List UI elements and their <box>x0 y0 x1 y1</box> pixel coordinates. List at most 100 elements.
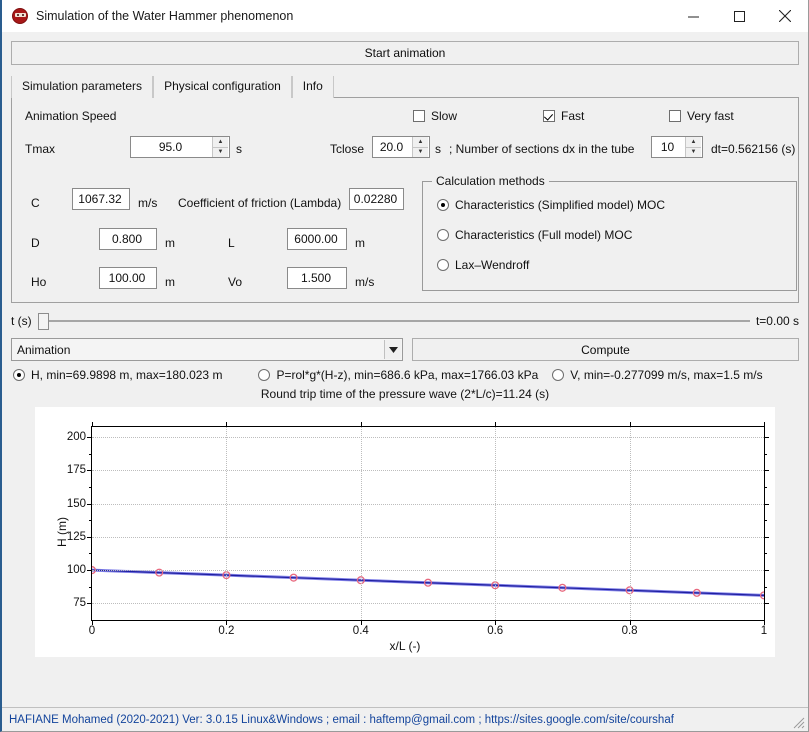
chart-x-axis-label: x/L (-) <box>35 639 775 653</box>
calculation-methods-group: Calculation methods Characteristics (Sim… <box>422 181 797 291</box>
time-slider-row: t (s) t=0.00 s <box>11 310 799 332</box>
chart-gridline-h <box>92 504 764 505</box>
radio-moc-full[interactable]: Characteristics (Full model) MOC <box>437 228 632 242</box>
resize-grip-icon[interactable] <box>793 717 805 729</box>
tmax-stepper[interactable]: ▲▼ <box>212 137 228 157</box>
chart-gridline-h <box>92 470 764 471</box>
checkbox-slow-label: Slow <box>431 109 457 123</box>
checkbox-fast-box[interactable] <box>543 110 555 122</box>
tmax-input[interactable]: 95.0 ▲▼ <box>130 136 230 158</box>
chart-ytick-minor <box>89 487 92 488</box>
chart-xtick-top <box>495 422 496 427</box>
lambda-value: 0.02280 <box>350 192 403 206</box>
lambda-input[interactable]: 0.02280 <box>349 188 404 210</box>
chart-ytick-minor <box>89 454 92 455</box>
checkbox-very-fast-box[interactable] <box>669 110 681 122</box>
tab-bar: Simulation parameters Physical configura… <box>11 76 799 98</box>
d-label: D <box>31 236 40 250</box>
chart-gridline-v <box>495 427 496 620</box>
radio-moc-simplified-dot[interactable] <box>437 199 449 211</box>
chart-gridline-h <box>92 603 764 604</box>
chart-xtick-top <box>630 422 631 427</box>
chart-ytick-minor <box>764 587 767 588</box>
tclose-stepper[interactable]: ▲▼ <box>412 137 428 157</box>
radio-moc-full-dot[interactable] <box>437 229 449 241</box>
status-bar-text: HAFIANE Mohamed (2020-2021) Ver: 3.0.15 … <box>9 714 674 726</box>
sections-label: ; Number of sections dx in the tube <box>449 142 634 156</box>
checkbox-fast[interactable]: Fast <box>543 109 584 123</box>
chart-xtick-label: 0.2 <box>218 625 234 637</box>
c-unit: m/s <box>138 196 157 210</box>
tab-simulation-parameters[interactable]: Simulation parameters <box>11 76 153 98</box>
chart-ytick-right <box>764 603 769 604</box>
radio-result-p-dot[interactable] <box>258 369 270 381</box>
ho-input[interactable]: 100.00 <box>99 267 157 289</box>
vo-value: 1.500 <box>288 271 346 285</box>
close-icon[interactable] <box>762 0 808 32</box>
sections-stepper[interactable]: ▲▼ <box>685 137 701 157</box>
c-input[interactable]: 1067.32 <box>72 188 130 210</box>
radio-result-p-label: P=rol*g*(H-z), min=686.6 kPa, max=1766.0… <box>276 368 538 382</box>
chart-ytick-label: 150 <box>67 498 86 510</box>
chart-ytick-minor <box>89 587 92 588</box>
vo-input[interactable]: 1.500 <box>287 267 347 289</box>
chart-ytick-label: 175 <box>67 464 86 476</box>
l-value: 6000.00 <box>288 232 346 246</box>
checkbox-fast-label: Fast <box>561 109 584 123</box>
chart-xtick-label: 0.6 <box>487 625 503 637</box>
chart-ytick <box>87 470 92 471</box>
compute-button[interactable]: Compute <box>412 338 799 361</box>
checkbox-slow[interactable]: Slow <box>413 109 457 123</box>
time-slider-thumb[interactable] <box>38 313 49 330</box>
radio-moc-full-label: Characteristics (Full model) MOC <box>455 228 632 242</box>
sections-input[interactable]: 10 ▲▼ <box>651 136 703 158</box>
chart-ytick <box>87 437 92 438</box>
chart-ytick-minor <box>764 520 767 521</box>
time-slider-label: t (s) <box>11 314 32 328</box>
chart-ytick <box>87 504 92 505</box>
minimize-icon[interactable] <box>670 0 716 32</box>
chart-ytick <box>87 537 92 538</box>
chart-xtick-top <box>226 422 227 427</box>
lambda-label: Coefficient of friction (Lambda) <box>178 196 341 210</box>
chart-xtick-label: 1 <box>761 625 767 637</box>
chart-ytick-label: 200 <box>67 431 86 443</box>
chart-xtick-label: 0 <box>89 625 95 637</box>
time-slider[interactable] <box>38 310 750 332</box>
tclose-input[interactable]: 20.0 ▲▼ <box>372 136 430 158</box>
mode-select[interactable]: Animation <box>11 338 403 361</box>
dt-label: dt=0.562156 (s) <box>711 142 795 156</box>
radio-result-p[interactable]: P=rol*g*(H-z), min=686.6 kPa, max=1766.0… <box>258 368 538 382</box>
l-input[interactable]: 6000.00 <box>287 228 347 250</box>
chart-gridline-v <box>630 427 631 620</box>
tab-info[interactable]: Info <box>292 76 334 98</box>
chart-line <box>92 570 764 595</box>
chart-ytick-minor <box>764 553 767 554</box>
chart-gridline-h <box>92 437 764 438</box>
radio-result-v-dot[interactable] <box>552 369 564 381</box>
chart-ytick-right <box>764 570 769 571</box>
app-icon <box>12 8 28 24</box>
checkbox-very-fast[interactable]: Very fast <box>669 109 734 123</box>
maximize-icon[interactable] <box>716 0 762 32</box>
tab-physical-configuration[interactable]: Physical configuration <box>153 76 292 98</box>
chevron-down-icon[interactable] <box>384 340 401 359</box>
radio-lax-wendroff-label: Lax–Wendroff <box>455 258 529 272</box>
l-label: L <box>228 236 235 250</box>
radio-lax-wendroff-dot[interactable] <box>437 259 449 271</box>
window-title: Simulation of the Water Hammer phenomeno… <box>36 9 293 23</box>
checkbox-slow-box[interactable] <box>413 110 425 122</box>
radio-moc-simplified[interactable]: Characteristics (Simplified model) MOC <box>437 198 665 212</box>
chart-ytick-right <box>764 537 769 538</box>
radio-result-h[interactable]: H, min=69.9898 m, max=180.023 m <box>13 368 222 382</box>
tmax-label: Tmax <box>25 142 55 156</box>
start-animation-button[interactable]: Start animation <box>11 41 799 65</box>
radio-lax-wendroff[interactable]: Lax–Wendroff <box>437 258 529 272</box>
chart-gridline-v <box>226 427 227 620</box>
chart-xtick-label: 0.8 <box>622 625 638 637</box>
radio-result-v[interactable]: V, min=-0.277099 m/s, max=1.5 m/s <box>552 368 762 382</box>
d-input[interactable]: 0.800 <box>99 228 157 250</box>
chart-xtick-label: 0.4 <box>353 625 369 637</box>
radio-result-h-dot[interactable] <box>13 369 25 381</box>
animation-speed-label: Animation Speed <box>25 109 116 123</box>
